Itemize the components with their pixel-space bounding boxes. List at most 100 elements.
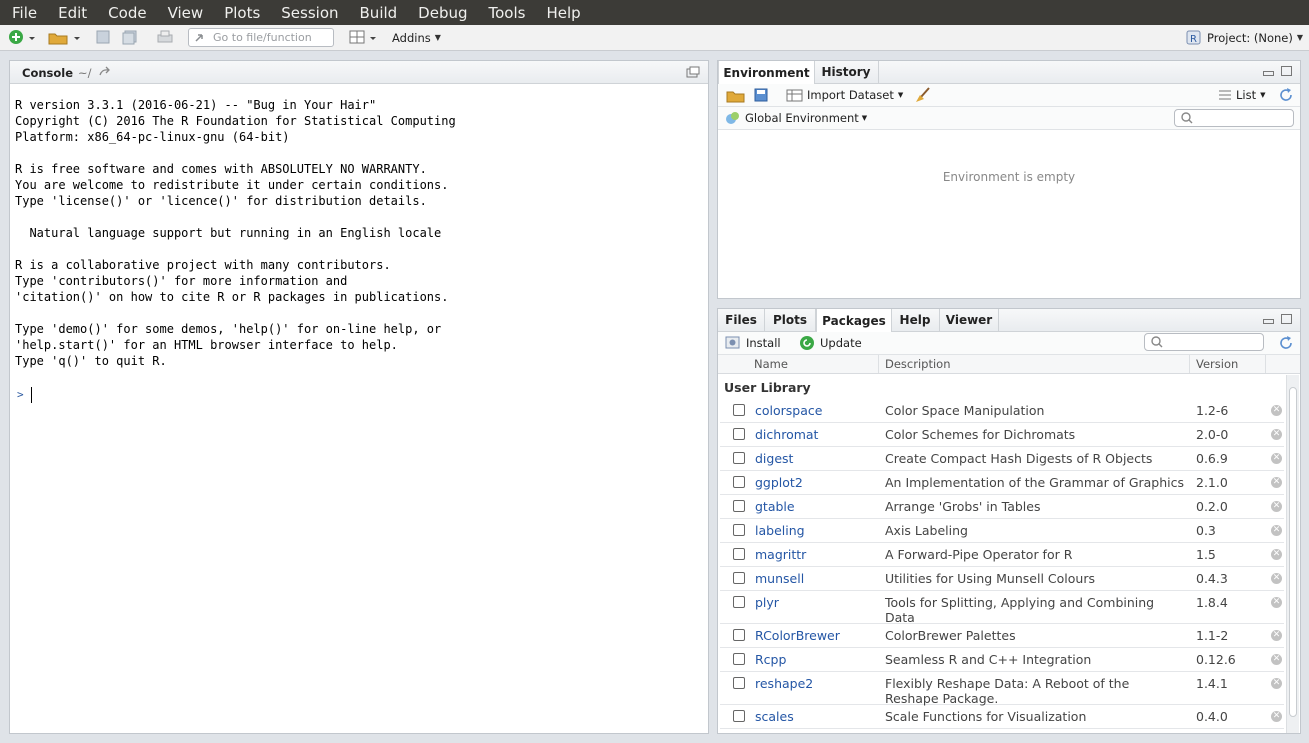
minimize-pane-icon[interactable] bbox=[1263, 71, 1274, 76]
environment-pane: Environment History Import Dataset ▼ Lis… bbox=[717, 60, 1301, 299]
package-load-checkbox[interactable] bbox=[733, 500, 745, 512]
packages-scrollbar[interactable] bbox=[1286, 375, 1299, 733]
package-description: A Forward-Pipe Operator for R bbox=[885, 547, 1073, 562]
package-name-link[interactable]: Rcpp bbox=[755, 652, 786, 667]
refresh-icon[interactable] bbox=[1278, 87, 1294, 103]
package-name-link[interactable]: stringi bbox=[755, 733, 794, 734]
import-dataset-button[interactable]: Import Dataset ▼ bbox=[786, 86, 903, 103]
menu-help[interactable]: Help bbox=[534, 4, 589, 22]
menu-code[interactable]: Code bbox=[96, 4, 155, 22]
addins-button[interactable]: Addins ▼ bbox=[392, 29, 441, 46]
install-label: Install bbox=[746, 335, 781, 350]
menu-build[interactable]: Build bbox=[348, 4, 407, 22]
tab-viewer[interactable]: Viewer bbox=[940, 309, 999, 331]
remove-package-icon[interactable]: ✕ bbox=[1271, 573, 1282, 584]
menu-plots[interactable]: Plots bbox=[212, 4, 269, 22]
package-load-checkbox[interactable] bbox=[733, 428, 745, 440]
column-header-version[interactable]: Version bbox=[1190, 355, 1266, 373]
print-icon[interactable] bbox=[156, 30, 174, 45]
remove-package-icon[interactable]: ✕ bbox=[1271, 630, 1282, 641]
package-name-link[interactable]: dichromat bbox=[755, 427, 818, 442]
remove-package-icon[interactable]: ✕ bbox=[1271, 549, 1282, 560]
install-button[interactable]: Install bbox=[725, 334, 781, 351]
package-version: 2.1.0 bbox=[1196, 475, 1228, 490]
minimize-pane-icon[interactable] bbox=[1263, 319, 1274, 324]
search-icon bbox=[1151, 336, 1163, 348]
remove-package-icon[interactable]: ✕ bbox=[1271, 597, 1282, 608]
menu-session[interactable]: Session bbox=[269, 4, 347, 22]
remove-package-icon[interactable]: ✕ bbox=[1271, 654, 1282, 665]
package-name-link[interactable]: gtable bbox=[755, 499, 795, 514]
package-load-checkbox[interactable] bbox=[733, 653, 745, 665]
menu-tools[interactable]: Tools bbox=[477, 4, 535, 22]
package-load-checkbox[interactable] bbox=[733, 452, 745, 464]
packages-search-input[interactable] bbox=[1144, 333, 1264, 351]
load-workspace-icon[interactable] bbox=[726, 87, 746, 103]
package-name-link[interactable]: RColorBrewer bbox=[755, 628, 840, 643]
package-load-checkbox[interactable] bbox=[733, 548, 745, 560]
package-load-checkbox[interactable] bbox=[733, 524, 745, 536]
column-header-name[interactable]: Name bbox=[748, 355, 879, 373]
maximize-pane-icon[interactable] bbox=[686, 66, 700, 78]
package-name-link[interactable]: digest bbox=[755, 451, 793, 466]
package-description: Character String Processing Facilities bbox=[885, 733, 1185, 734]
package-load-checkbox[interactable] bbox=[733, 629, 745, 641]
list-view-button[interactable]: List ▼ bbox=[1218, 86, 1266, 103]
package-load-checkbox[interactable] bbox=[733, 596, 745, 608]
env-search-input[interactable] bbox=[1174, 109, 1294, 127]
maximize-pane-icon[interactable] bbox=[1281, 314, 1292, 324]
tab-plots[interactable]: Plots bbox=[765, 309, 816, 331]
save-icon[interactable] bbox=[96, 30, 111, 45]
menu-view[interactable]: View bbox=[156, 4, 213, 22]
remove-package-icon[interactable]: ✕ bbox=[1271, 501, 1282, 512]
menu-debug[interactable]: Debug bbox=[406, 4, 476, 22]
menu-edit[interactable]: Edit bbox=[46, 4, 96, 22]
refresh-icon[interactable] bbox=[1278, 335, 1294, 351]
maximize-pane-icon[interactable] bbox=[1281, 66, 1292, 76]
remove-package-icon[interactable]: ✕ bbox=[1271, 678, 1282, 689]
open-file-icon[interactable] bbox=[47, 29, 81, 46]
broom-icon[interactable] bbox=[914, 87, 932, 103]
remove-package-icon[interactable]: ✕ bbox=[1271, 711, 1282, 722]
package-name-link[interactable]: labeling bbox=[755, 523, 805, 538]
tab-help[interactable]: Help bbox=[891, 309, 940, 331]
tab-packages[interactable]: Packages bbox=[816, 309, 892, 332]
project-menu[interactable]: R Project: (None) ▼ bbox=[1186, 29, 1303, 46]
package-name-link[interactable]: colorspace bbox=[755, 403, 822, 418]
console-prompt[interactable]: > bbox=[17, 388, 24, 401]
scrollbar-thumb[interactable] bbox=[1289, 387, 1297, 717]
package-load-checkbox[interactable] bbox=[733, 476, 745, 488]
global-environment-dropdown[interactable]: Global Environment ▼ bbox=[725, 109, 867, 126]
tab-history[interactable]: History bbox=[814, 61, 879, 83]
files-tabbar: Files Plots Packages Help Viewer bbox=[718, 309, 1300, 332]
save-workspace-icon[interactable] bbox=[754, 88, 768, 102]
package-name-link[interactable]: ggplot2 bbox=[755, 475, 803, 490]
package-description: Seamless R and C++ Integration bbox=[885, 652, 1092, 667]
remove-package-icon[interactable]: ✕ bbox=[1271, 525, 1282, 536]
new-file-icon[interactable] bbox=[7, 29, 35, 46]
update-button[interactable]: Update bbox=[799, 334, 862, 351]
tab-files[interactable]: Files bbox=[718, 309, 765, 331]
package-version: 1.2-6 bbox=[1196, 403, 1229, 418]
go-to-directory-icon[interactable] bbox=[98, 66, 112, 78]
remove-package-icon[interactable]: ✕ bbox=[1271, 453, 1282, 464]
package-load-checkbox[interactable] bbox=[733, 404, 745, 416]
remove-package-icon[interactable]: ✕ bbox=[1271, 429, 1282, 440]
list-label: List bbox=[1236, 87, 1257, 102]
package-name-link[interactable]: reshape2 bbox=[755, 676, 813, 691]
remove-package-icon[interactable]: ✕ bbox=[1271, 405, 1282, 416]
save-all-icon[interactable] bbox=[122, 30, 138, 45]
package-load-checkbox[interactable] bbox=[733, 710, 745, 722]
package-load-checkbox[interactable] bbox=[733, 572, 745, 584]
package-load-checkbox[interactable] bbox=[733, 677, 745, 689]
goto-file-input[interactable]: Go to file/function bbox=[188, 28, 334, 47]
package-name-link[interactable]: plyr bbox=[755, 595, 779, 610]
tab-environment[interactable]: Environment bbox=[718, 61, 815, 84]
pane-layout-icon[interactable] bbox=[349, 29, 379, 46]
remove-package-icon[interactable]: ✕ bbox=[1271, 477, 1282, 488]
menu-file[interactable]: File bbox=[0, 4, 46, 22]
package-name-link[interactable]: scales bbox=[755, 709, 794, 724]
package-name-link[interactable]: munsell bbox=[755, 571, 804, 586]
column-header-description[interactable]: Description bbox=[879, 355, 1190, 373]
package-name-link[interactable]: magrittr bbox=[755, 547, 806, 562]
